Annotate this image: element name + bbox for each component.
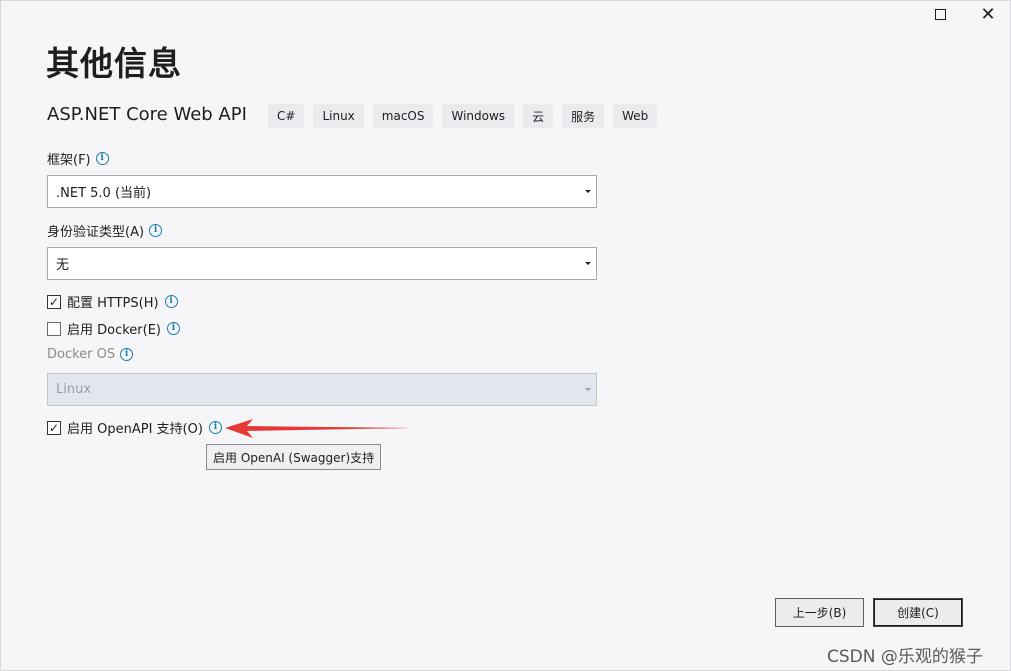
auth-type-value: 无 [56, 258, 70, 273]
auth-label-text: 身份验证类型(A) [47, 225, 145, 240]
framework-value: .NET 5.0 (当前) [56, 186, 152, 201]
docker-os-value: Linux [56, 382, 92, 397]
dialog-window: ✕ 其他信息 ASP.NET Core Web API C# Linux mac… [0, 0, 1011, 671]
tag: C# [268, 104, 305, 128]
openapi-checkbox[interactable]: ✓ [47, 420, 61, 435]
info-icon[interactable]: i [208, 421, 222, 434]
tag: 服务 [562, 104, 605, 128]
docker-row[interactable]: 启用 Docker(E) i [47, 319, 181, 338]
framework-select[interactable]: .NET 5.0 (当前) [47, 175, 597, 208]
close-button[interactable]: ✕ [965, 3, 1011, 25]
docker-os-label-text: Docker OS [47, 347, 116, 362]
dropdown-arrow-icon [585, 388, 591, 391]
project-template-name: ASP.NET Core Web API [47, 104, 247, 125]
docker-label: 启用 Docker(E) [67, 323, 162, 338]
docker-os-select: Linux [47, 373, 597, 406]
tag: macOS [372, 104, 434, 128]
framework-label-text: 框架(F) [47, 153, 91, 168]
https-label: 配置 HTTPS(H) [67, 296, 159, 311]
auth-label: 身份验证类型(A) i [47, 221, 163, 240]
openapi-row[interactable]: ✓ 启用 OpenAPI 支持(O) i [47, 418, 222, 437]
auth-type-select[interactable]: 无 [47, 247, 597, 280]
tag: 云 [523, 104, 554, 128]
create-button[interactable]: 创建(C) [873, 598, 963, 627]
framework-label: 框架(F) i [47, 149, 109, 168]
info-icon[interactable]: i [164, 295, 178, 308]
openapi-tooltip: 启用 OpenAI (Swagger)支持 [206, 444, 382, 470]
page-title: 其他信息 [46, 44, 182, 83]
project-tags: C# Linux macOS Windows 云 服务 Web [268, 104, 658, 128]
watermark: CSDN @乐观的猴子 [827, 647, 983, 667]
openapi-label: 启用 OpenAPI 支持(O) [67, 422, 203, 437]
https-row[interactable]: ✓ 配置 HTTPS(H) i [47, 292, 178, 311]
docker-checkbox[interactable] [47, 321, 61, 336]
info-icon[interactable]: i [120, 348, 134, 361]
back-button[interactable]: 上一步(B) [775, 598, 864, 627]
maximize-button[interactable] [917, 3, 963, 25]
info-icon[interactable]: i [167, 322, 181, 335]
maximize-icon [934, 8, 946, 20]
docker-os-label: Docker OS i [47, 347, 134, 362]
tag: Linux [313, 104, 364, 128]
info-icon[interactable]: i [95, 152, 109, 165]
annotation-arrow-icon [225, 419, 413, 438]
tag: Web [613, 104, 658, 128]
close-icon: ✕ [980, 3, 996, 25]
info-icon[interactable]: i [149, 224, 163, 237]
dropdown-arrow-icon [585, 262, 591, 265]
dropdown-arrow-icon [585, 190, 591, 193]
https-checkbox[interactable]: ✓ [47, 294, 61, 309]
tag: Windows [442, 104, 515, 128]
